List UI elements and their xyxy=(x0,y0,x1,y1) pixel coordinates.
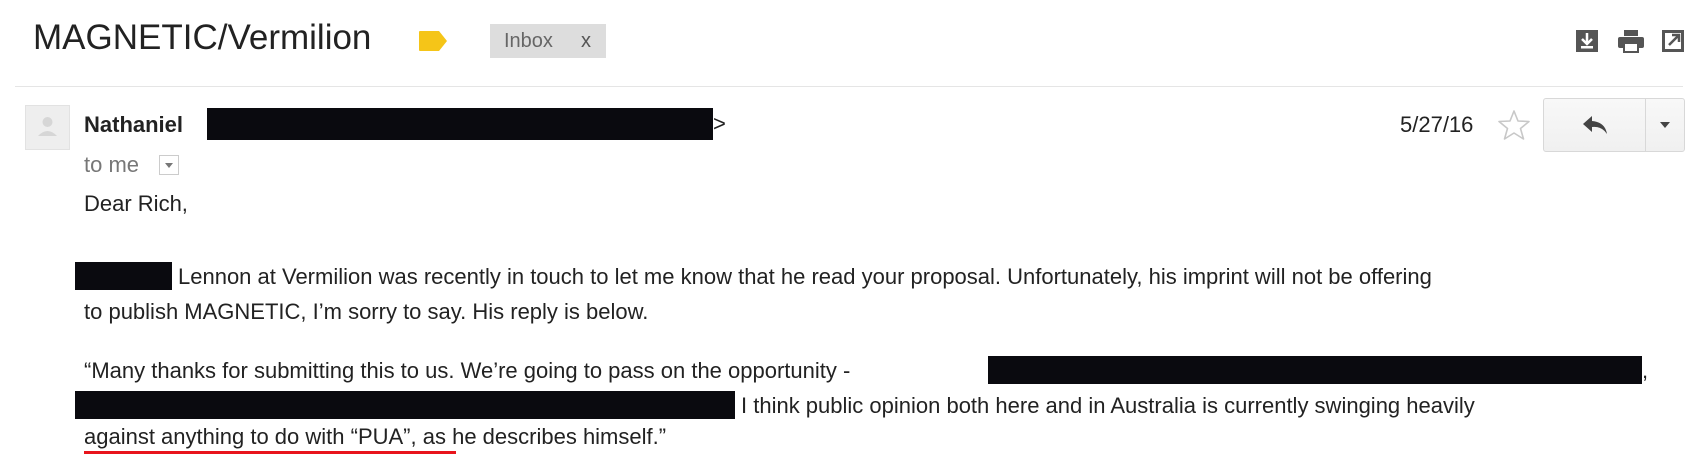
paragraph2-line1: “Many thanks for submitting this to us. … xyxy=(84,358,851,383)
inbox-label-chip[interactable]: Inbox x xyxy=(490,24,606,58)
reply-icon xyxy=(1582,116,1607,134)
reply-button[interactable] xyxy=(1544,99,1645,151)
chevron-down-icon xyxy=(1660,122,1670,128)
paragraph2-line1-comma: , xyxy=(1642,358,1649,383)
paragraph1-line2: to publish MAGNETIC, I’m sorry to say. H… xyxy=(84,299,649,324)
print-icon[interactable] xyxy=(1616,28,1646,54)
email-subject: MAGNETIC/Vermilion xyxy=(33,18,372,57)
paragraph2-line3: against anything to do with “PUA”, as he… xyxy=(84,424,666,450)
sender-avatar[interactable] xyxy=(25,105,70,150)
sender-name[interactable]: Nathaniel xyxy=(84,112,183,138)
paragraph2-line3-rest: , as he describes himself.” xyxy=(410,424,667,449)
redacted-quote-part2 xyxy=(75,391,735,419)
person-icon xyxy=(38,117,57,136)
paragraph2-line2: I think public opinion both here and in … xyxy=(741,393,1475,418)
redacted-sender-email xyxy=(207,108,713,140)
star-outline-icon[interactable] xyxy=(1497,108,1531,142)
greeting: Dear Rich, xyxy=(84,191,188,216)
reply-button-group xyxy=(1543,98,1685,152)
message-date: 5/27/16 xyxy=(1400,112,1474,137)
caret-down-icon xyxy=(165,163,173,168)
inbox-label-text: Inbox xyxy=(504,29,553,52)
download-icon[interactable] xyxy=(1574,28,1600,54)
remove-label-button[interactable]: x xyxy=(581,30,591,53)
paragraph1-line1: Lennon at Vermilion was recently in touc… xyxy=(178,264,1432,289)
redacted-first-name xyxy=(75,262,172,290)
sender-email-close: > xyxy=(713,111,726,136)
redacted-quote-part1 xyxy=(988,356,1642,384)
highlighted-phrase: against anything to do with “PUA” xyxy=(84,424,411,449)
new-window-icon[interactable] xyxy=(1660,28,1686,54)
label-tag-icon[interactable] xyxy=(418,30,448,52)
red-underline-annotation xyxy=(84,451,456,454)
recipient-text: to me xyxy=(84,152,140,177)
header-divider xyxy=(15,86,1683,87)
recipient-details-button[interactable] xyxy=(159,155,179,175)
more-actions-button[interactable] xyxy=(1646,99,1684,151)
